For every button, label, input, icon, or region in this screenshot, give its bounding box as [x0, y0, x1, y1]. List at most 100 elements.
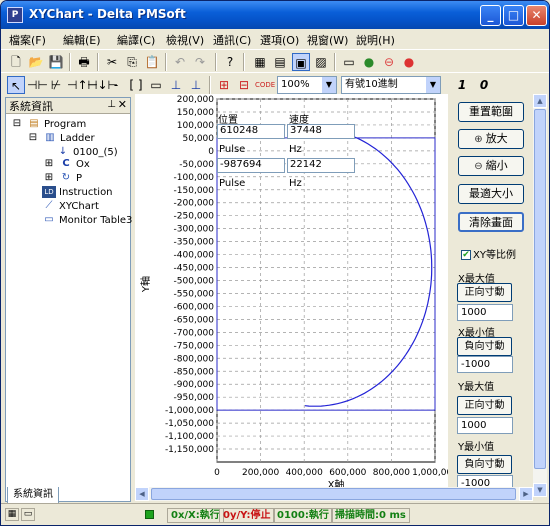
vertical-scroll-thumb[interactable] [534, 109, 546, 469]
open-folder-icon[interactable]: 📂 [27, 53, 45, 71]
y-max-jog-button[interactable]: 正向寸動 [457, 396, 512, 415]
y-max-input[interactable]: 1000 [457, 417, 513, 434]
radix-select[interactable]: 有號10進制 ▼ [341, 76, 441, 94]
close-button[interactable]: ✕ [526, 5, 547, 26]
instruction-icon: LD [42, 186, 56, 198]
window-title: XYChart - Delta PMSoft [29, 7, 186, 21]
record-icon[interactable]: ● [400, 53, 418, 71]
scroll-down-icon[interactable]: ▼ [533, 483, 547, 497]
contact-no-icon[interactable]: ⊣⊢ [27, 76, 48, 94]
paste-icon[interactable]: 📋 [143, 53, 161, 71]
toolbar-value-0[interactable]: 0 [475, 76, 493, 94]
horizontal-scrollbar[interactable]: ◀ ▶ [135, 487, 533, 501]
contact-falling-icon[interactable]: ⊣↓⊢ [87, 76, 118, 94]
menu-compile[interactable]: 編譯(C) [117, 32, 155, 48]
y-tick-label: -500,000 [174, 277, 215, 287]
redo-icon[interactable]: ↷ [191, 53, 209, 71]
save-icon[interactable]: 💾 [47, 53, 65, 71]
tree-item-monitor-table[interactable]: ▭ Monitor Table3 [42, 214, 132, 226]
new-file-icon[interactable]: 🗋 [7, 53, 25, 71]
contact-nc-icon[interactable]: ⊬ [47, 76, 65, 94]
y-tick-label: -1,150,000 [165, 445, 214, 455]
y-tick-label: -800,000 [174, 354, 215, 364]
menu-file[interactable]: 檔案(F) [9, 32, 46, 48]
menu-edit[interactable]: 編輯(E) [63, 32, 101, 48]
pin-icon[interactable]: ⊥ [107, 99, 116, 110]
expand-icon[interactable]: ⊞ [42, 172, 56, 184]
y-min-jog-button[interactable]: 負向寸動 [457, 455, 512, 474]
xy-equal-checkbox[interactable]: ✔ XY等比例 [461, 246, 516, 261]
y-tick-label: -250,000 [174, 212, 215, 222]
reset-range-button[interactable]: 重置範圍 [458, 102, 524, 122]
y-tick-label: -450,000 [174, 264, 215, 274]
menu-view[interactable]: 檢視(V) [166, 32, 204, 48]
monitor-icon[interactable]: ▣ [292, 53, 310, 71]
select-cursor-icon[interactable]: ↖ [7, 76, 25, 94]
zoom-out-button[interactable]: ⊖ 縮小 [458, 156, 524, 176]
tree-item-0100[interactable]: ↓ 0100_(5) [56, 146, 118, 158]
toolbar-separator [334, 53, 336, 71]
x-max-input[interactable]: 1000 [457, 304, 513, 321]
bracket-icon[interactable]: [ ] [127, 76, 145, 94]
toolbar-value-1[interactable]: 1 [453, 76, 471, 94]
y-tick-label: -950,000 [174, 393, 215, 403]
comment-icon[interactable]: ⊞ [215, 76, 233, 94]
x-tick-label: 800,000 [373, 468, 410, 478]
box-icon[interactable]: ▭ [147, 76, 165, 94]
tree-item-program[interactable]: ⊟ ▤ Program [10, 118, 86, 130]
clear-screen-button[interactable]: 清除畫面 [458, 212, 524, 232]
expand-icon[interactable]: ⊞ [42, 158, 56, 170]
collapse-icon[interactable]: ⊟ [10, 118, 24, 130]
tree-item-ladder[interactable]: ⊟ ▥ Ladder [26, 132, 95, 144]
toolbar-ladder: ↖ ⊣⊢ ⊬ ⊣↑⊢ ⊣↓⊢ -()- [ ] ▭ ⊥ ⊥ ⊞ ⊟ CODE 1… [1, 72, 549, 110]
contact-rising-icon[interactable]: ⊣↑⊢ [67, 76, 98, 94]
status-y-stop: 0y/Y:停止 [219, 508, 275, 523]
maximize-button[interactable]: □ [503, 5, 524, 26]
zoom-select[interactable]: 100% ▼ [277, 76, 337, 94]
x-min-input[interactable]: -1000 [457, 356, 513, 373]
status-bar-icon: ▭ [21, 508, 35, 521]
speed-value-field: 37448 [287, 124, 355, 139]
tab-system-info[interactable]: 系統資訊 [7, 487, 59, 504]
cut-icon[interactable]: ✂ [103, 53, 121, 71]
menu-comm[interactable]: 通訊(C) [213, 32, 251, 48]
tree-item-ox[interactable]: ⊞ C Ox [42, 158, 90, 170]
vertical-scrollbar[interactable]: ▲ ▼ [533, 94, 547, 497]
scroll-up-icon[interactable]: ▲ [533, 94, 547, 108]
x-tick-label: 0 [214, 468, 220, 478]
collapse-icon[interactable]: ⊟ [26, 132, 40, 144]
horizontal-scroll-thumb[interactable] [151, 488, 516, 500]
fit-size-button[interactable]: 最適大小 [458, 184, 524, 204]
screen-icon[interactable]: ▭ [340, 53, 358, 71]
tree-item-p[interactable]: ⊞ ↻ P [42, 172, 82, 184]
address-icon[interactable]: ⊟ [235, 76, 253, 94]
y-tick-label: -1,100,000 [165, 432, 214, 442]
run-indicator-icon [145, 510, 154, 519]
vertical-line-icon[interactable]: ⊥ [167, 76, 185, 94]
plc-read-icon[interactable]: ▦ [251, 53, 269, 71]
monitor-stop-icon[interactable]: ▨ [312, 53, 330, 71]
zoom-in-button[interactable]: ⊕ 放大 [458, 129, 524, 149]
run-icon[interactable]: ● [360, 53, 378, 71]
horizontal-line-icon[interactable]: ⊥ [187, 76, 205, 94]
copy-icon[interactable]: ⎘ [123, 53, 141, 71]
help-icon[interactable]: ? [221, 53, 239, 71]
code-icon[interactable]: CODE [255, 76, 275, 94]
tree-item-instruction[interactable]: LD Instruction [42, 186, 113, 198]
menu-options[interactable]: 選項(O) [260, 32, 299, 48]
x-max-jog-button[interactable]: 正向寸動 [457, 283, 512, 302]
tree-item-xychart[interactable]: ⟋ XYChart [42, 200, 99, 212]
plc-write-icon[interactable]: ▤ [271, 53, 289, 71]
x-min-jog-button[interactable]: 負向寸動 [457, 337, 512, 356]
minimize-button[interactable]: _ [480, 5, 501, 26]
stop-icon[interactable]: ⊖ [380, 53, 398, 71]
menu-window[interactable]: 視窗(W) [307, 32, 348, 48]
scroll-left-icon[interactable]: ◀ [135, 487, 149, 501]
scroll-right-icon[interactable]: ▶ [519, 487, 533, 501]
status-0100-run: 0100:執行 [273, 508, 333, 523]
print-icon[interactable]: 🖶 [75, 53, 93, 71]
menu-help[interactable]: 說明(H) [356, 32, 395, 48]
close-panel-icon[interactable]: ✕ [118, 98, 127, 111]
undo-icon[interactable]: ↶ [171, 53, 189, 71]
coil-icon[interactable]: -()- [107, 76, 125, 110]
